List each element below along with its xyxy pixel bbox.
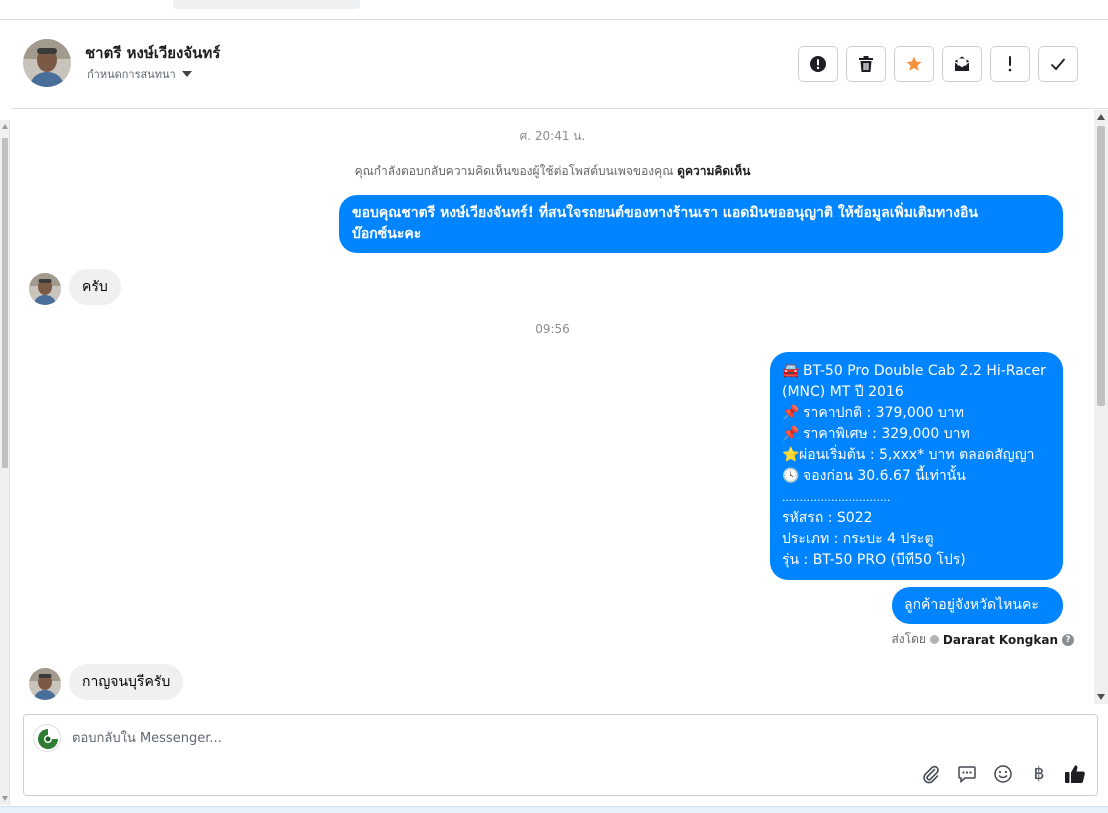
assign-conversation-label: กำหนดการสนทนา xyxy=(87,68,176,81)
contact-avatar-small[interactable] xyxy=(29,273,61,305)
page-avatar xyxy=(33,724,61,752)
trash-icon xyxy=(859,56,873,72)
tab-ghost xyxy=(173,0,360,9)
listing-line: รุ่น : BT-50 PRO (บีที50 โปร) xyxy=(782,552,966,568)
contact-name[interactable]: ชาตรี หงษ์เวียงจันทร์ xyxy=(85,41,220,65)
chat-scroll-down-arrow[interactable] xyxy=(1097,694,1105,700)
listing-line: ⭐ผ่อนเริ่มต้น : 5,xxx* บาท ตลอดสัญญา xyxy=(782,445,1051,466)
star-button[interactable] xyxy=(894,46,934,82)
paperclip-icon xyxy=(923,765,939,784)
attach-button[interactable] xyxy=(919,762,943,786)
sent-by-label: ส่งโดย xyxy=(891,632,926,646)
listing-line: รหัสรถ : S022 xyxy=(782,510,873,526)
listing-line: 🚘 BT-50 Pro Double Cab 2.2 Hi-Racer xyxy=(782,361,1051,382)
mark-unread-button[interactable] xyxy=(942,46,982,82)
smiley-icon xyxy=(994,765,1012,783)
check-icon xyxy=(1050,58,1066,71)
message-thread[interactable]: ศ. 20:41 น. คุณกำลังตอบกลับความคิดเห็นขอ… xyxy=(11,110,1094,704)
outgoing-message-1-line1: ขอบคุณชาตรี หงษ์เวียงจันทร์! ที่สนใจรถยน… xyxy=(352,205,978,221)
star-emoji-icon: ⭐ xyxy=(782,447,800,463)
listing-line: 🕓 จองก่อน 30.6.67 นี้เท่านั้น xyxy=(782,466,1051,487)
chat-scroll-thumb[interactable] xyxy=(1097,126,1105,406)
emoji-button[interactable] xyxy=(991,762,1015,786)
reply-input[interactable] xyxy=(72,727,672,749)
listing-line: 📌 ราคาพิเศษ : 329,000 บาท xyxy=(782,424,1051,445)
view-comment-link[interactable]: ดูความคิดเห็น xyxy=(677,164,750,178)
alert-circle-icon xyxy=(810,56,826,72)
timestamp-2: 09:56 xyxy=(535,322,570,336)
reply-composer: ฿ xyxy=(23,714,1098,796)
reply-context-notice: คุณกำลังตอบกลับความคิดเห็นของผู้ใช้ต่อโพ… xyxy=(11,162,1094,181)
listing-divider: ............................... xyxy=(782,491,891,504)
outgoing-message-listing: 🚘 BT-50 Pro Double Cab 2.2 Hi-Racer (MNC)… xyxy=(770,352,1063,580)
contact-avatar-small[interactable] xyxy=(29,668,61,700)
listing-line: ประเภท : กระบะ 4 ประตู xyxy=(782,531,934,547)
pushpin-icon: 📌 xyxy=(782,426,800,442)
pushpin-icon: 📌 xyxy=(782,405,800,421)
listing-line: 📌 ราคาปกติ : 379,000 บาท xyxy=(782,403,1051,424)
exclamation-icon xyxy=(1008,56,1012,72)
bottom-strip xyxy=(0,806,1108,813)
incoming-message-1: ครับ xyxy=(69,269,121,305)
chat-scroll-up-arrow[interactable] xyxy=(1097,114,1105,120)
outgoing-message-1-line2: บ๊อกซ์นะคะ xyxy=(352,226,422,242)
baht-icon: ฿ xyxy=(1033,764,1045,784)
chat-scrollbar[interactable] xyxy=(1094,110,1108,704)
outgoing-message-3: ลูกค้าอยู่จังหวัดไหนคะ xyxy=(892,587,1063,624)
report-button[interactable] xyxy=(798,46,838,82)
assign-conversation-dropdown[interactable]: กำหนดการสนทนา xyxy=(87,65,192,83)
done-button[interactable] xyxy=(1038,46,1078,82)
sent-by-info: ส่งโดย Dararat Kongkan ? xyxy=(891,630,1074,649)
contact-avatar[interactable] xyxy=(23,39,71,87)
delete-button[interactable] xyxy=(846,46,886,82)
timestamp-1: ศ. 20:41 น. xyxy=(519,129,586,143)
like-button[interactable] xyxy=(1063,762,1087,786)
car-icon: 🚘 xyxy=(782,363,800,379)
envelope-icon xyxy=(954,56,970,71)
listing-line: (MNC) MT ปี 2016 xyxy=(782,384,904,400)
chat-bubble-icon xyxy=(958,766,976,784)
left-scroll-thumb[interactable] xyxy=(2,138,8,468)
caret-down-icon xyxy=(181,71,192,77)
conversation-header: ชาตรี หงษ์เวียงจันทร์ กำหนดการสนทนา xyxy=(11,21,1108,109)
agent-status-icon xyxy=(929,635,939,644)
outgoing-message-1: ขอบคุณชาตรี หงษ์เวียงจันทร์! ที่สนใจรถยน… xyxy=(339,195,1063,253)
help-icon[interactable]: ? xyxy=(1062,633,1074,646)
left-scroll-up-arrow[interactable] xyxy=(2,124,8,129)
saved-replies-button[interactable] xyxy=(955,762,979,786)
thumbs-up-icon xyxy=(1065,765,1085,784)
reply-context-text: คุณกำลังตอบกลับความคิดเห็นของผู้ใช้ต่อโพ… xyxy=(354,164,674,178)
star-icon xyxy=(906,56,922,71)
sent-by-name[interactable]: Dararat Kongkan xyxy=(943,633,1058,647)
left-scroll-down-arrow[interactable] xyxy=(2,796,8,801)
incoming-message-2: กาญจนบุรีครับ xyxy=(69,664,184,700)
payment-button[interactable]: ฿ xyxy=(1027,762,1051,786)
important-button[interactable] xyxy=(990,46,1030,82)
browser-top-strip xyxy=(0,0,1108,20)
clock-icon: 🕓 xyxy=(782,468,800,484)
left-scrollbar[interactable] xyxy=(0,120,10,805)
